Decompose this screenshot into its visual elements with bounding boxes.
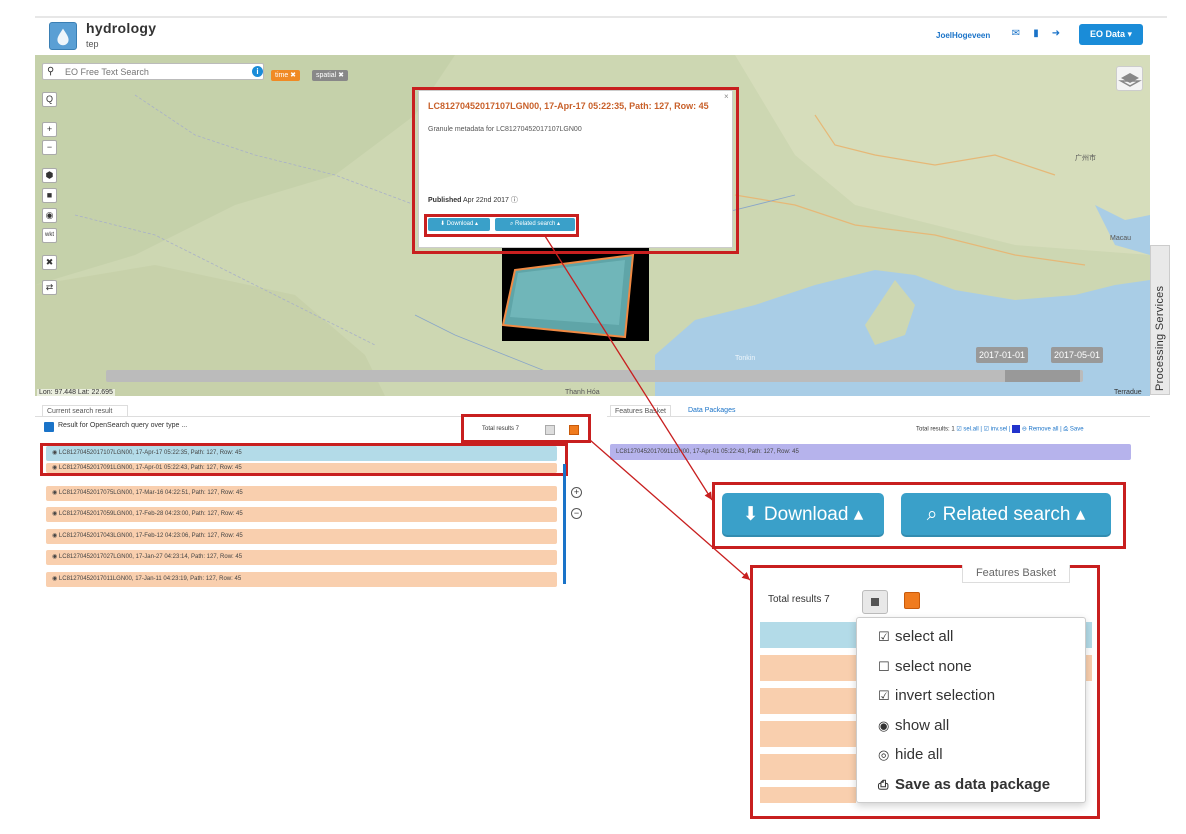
eye-icon: ◉ bbox=[878, 718, 890, 733]
menu-label: invert selection bbox=[895, 687, 996, 704]
zoom-row bbox=[760, 754, 856, 780]
menu-save-data-package[interactable]: ⎙ Save as data package bbox=[878, 776, 1050, 793]
menu-invert-selection[interactable]: ☑ invert selection bbox=[878, 687, 995, 704]
zoom-row bbox=[760, 721, 856, 747]
menu-select-all[interactable]: ☑ select all bbox=[878, 628, 953, 645]
zoom-row bbox=[760, 787, 856, 803]
checkbox-edit-icon: ☑ bbox=[878, 688, 890, 703]
zoom-select-menu-button[interactable] bbox=[862, 590, 888, 614]
menu-label: Save as data package bbox=[895, 776, 1051, 793]
menu-label: hide all bbox=[895, 746, 943, 763]
zoom-row bbox=[760, 622, 856, 648]
eye-slash-icon: ◎ bbox=[878, 747, 890, 762]
checkbox-empty-icon: ☐ bbox=[878, 659, 890, 674]
menu-show-all[interactable]: ◉ show all bbox=[878, 717, 949, 734]
menu-label: select all bbox=[895, 628, 954, 645]
checkbox-checked-icon: ☑ bbox=[878, 629, 890, 644]
page: { "header": { "brand": "hydrology", "bra… bbox=[0, 0, 1186, 834]
menu-hide-all[interactable]: ◎ hide all bbox=[878, 746, 943, 763]
download-button[interactable]: ⬇ Download ▴ bbox=[722, 493, 884, 537]
menu-select-none[interactable]: ☐ select none bbox=[878, 658, 972, 675]
related-search-button[interactable]: ⌕ Related search ▴ bbox=[901, 493, 1111, 537]
save-icon: ⎙ bbox=[878, 777, 889, 792]
menu-label: show all bbox=[895, 717, 950, 734]
menu-label: select none bbox=[895, 658, 972, 675]
zoom-row bbox=[760, 655, 856, 681]
zoom-color-button[interactable] bbox=[904, 592, 920, 609]
zoom-features-basket-tab[interactable]: Features Basket bbox=[962, 565, 1070, 583]
zoom-total-results: Total results 7 bbox=[768, 594, 830, 605]
zoom-row bbox=[760, 688, 856, 714]
